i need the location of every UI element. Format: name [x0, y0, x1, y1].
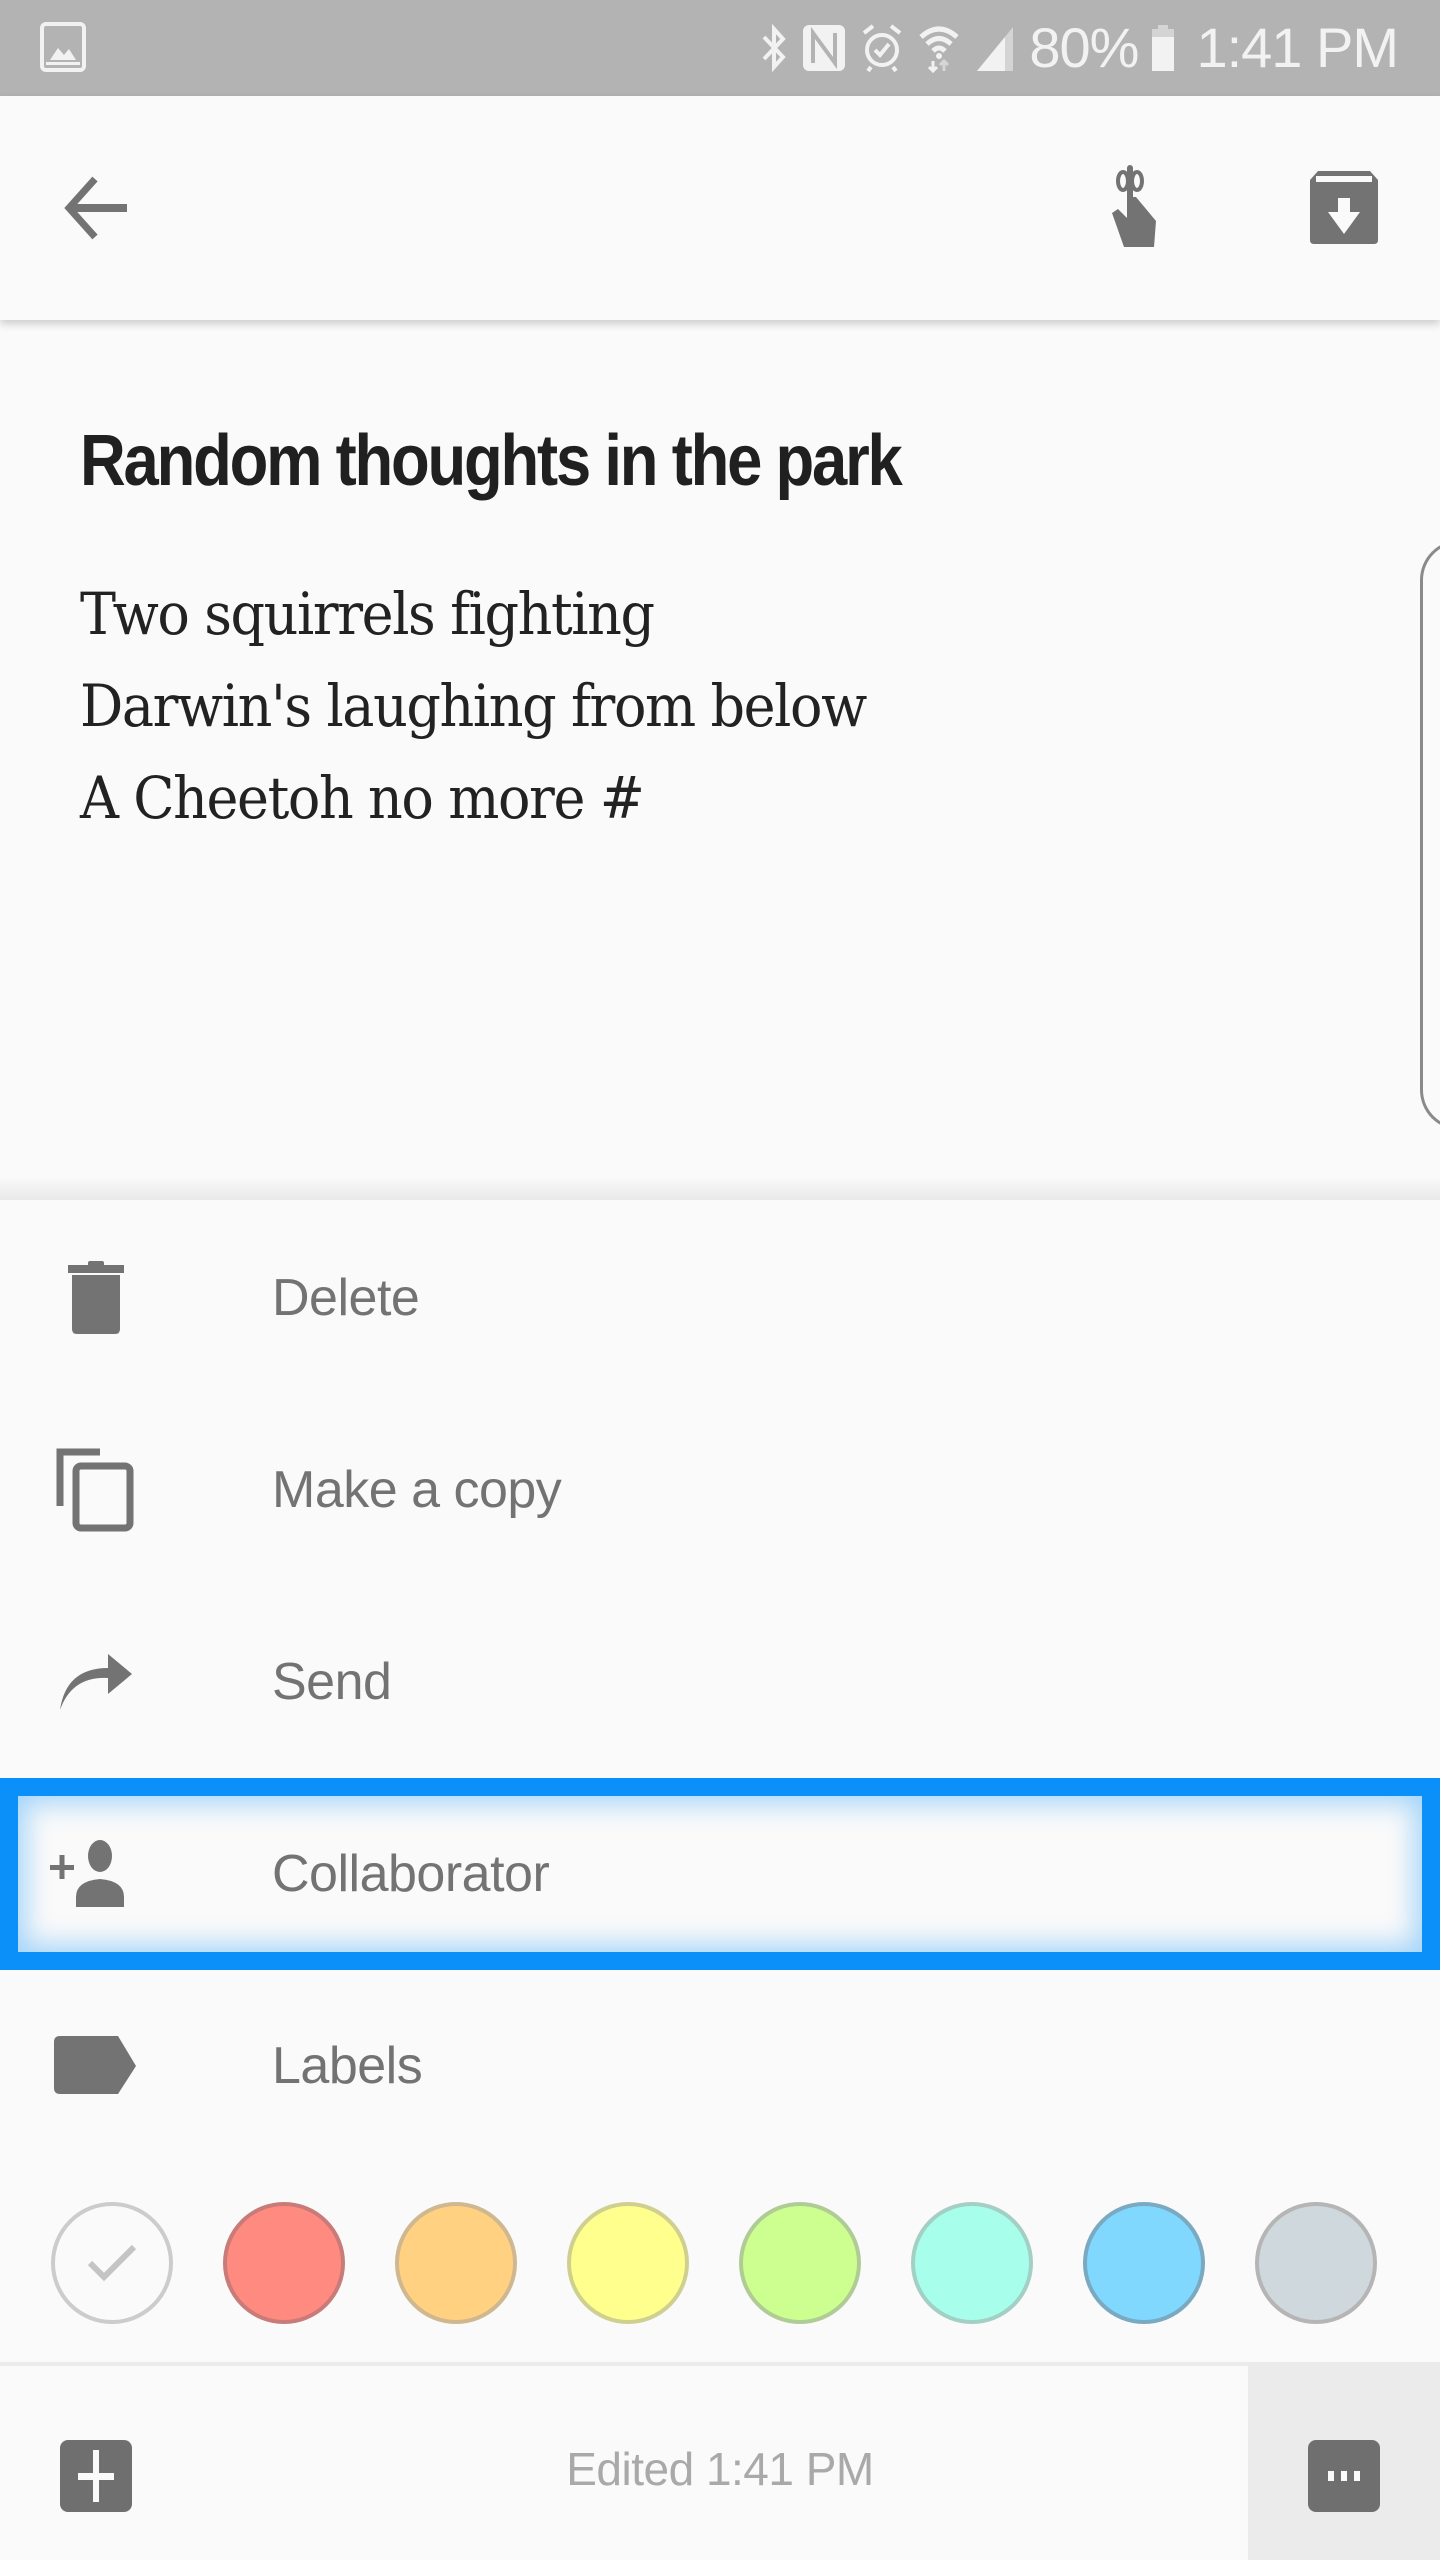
color-swatch-red[interactable] — [223, 2202, 345, 2324]
menu-item-labels[interactable]: Labels — [0, 1970, 1440, 2162]
color-swatch-gray[interactable] — [1255, 2202, 1377, 2324]
color-swatch-yellow[interactable] — [567, 2202, 689, 2324]
color-swatch-blue[interactable] — [1083, 2202, 1205, 2324]
menu-item-make-a-copy[interactable]: Make a copy — [0, 1394, 1440, 1586]
status-bar: 80% 1:41 PM — [0, 0, 1440, 96]
menu-item-label: Delete — [272, 1269, 420, 1327]
share-arrow-icon — [48, 1634, 144, 1730]
reminder-button[interactable] — [1070, 148, 1190, 268]
menu-item-label: Labels — [272, 2037, 423, 2095]
note-title[interactable]: Random thoughts in the park — [80, 420, 903, 502]
note-body-line: Darwin's laughing from below — [80, 672, 867, 740]
check-icon — [87, 2244, 137, 2282]
color-swatch-orange[interactable] — [395, 2202, 517, 2324]
nfc-icon — [801, 23, 847, 73]
person-add-icon — [48, 1826, 144, 1922]
menu-item-collaborator[interactable]: Collaborator — [0, 1778, 1440, 1970]
archive-button[interactable] — [1284, 148, 1404, 268]
edited-timestamp: Edited 1:41 PM — [566, 2443, 874, 2495]
note-toolbar — [0, 96, 1440, 320]
cell-signal-icon — [975, 23, 1015, 73]
menu-item-send[interactable]: Send — [0, 1586, 1440, 1778]
color-swatch-default[interactable] — [51, 2202, 173, 2324]
note-body-line: Two squirrels fighting — [80, 580, 655, 648]
more-horiz-icon — [1328, 2471, 1360, 2481]
bluetooth-icon — [761, 23, 787, 73]
status-icons: 80% 1:41 PM — [761, 0, 1399, 96]
reminder-finger-icon — [1112, 165, 1156, 247]
gallery-notification-icon — [40, 22, 86, 72]
wifi-icon — [917, 23, 961, 73]
edge-panel-handle[interactable] — [1420, 540, 1440, 1130]
menu-item-delete[interactable]: Delete — [0, 1202, 1440, 1394]
color-swatch-teal[interactable] — [911, 2202, 1033, 2324]
note-body[interactable]: Two squirrels fighting Darwin's laughing … — [80, 568, 867, 844]
alarm-icon — [861, 23, 903, 73]
note-body-line: A Cheetoh no more # — [80, 764, 645, 832]
battery-icon — [1152, 23, 1175, 73]
status-time: 1:41 PM — [1196, 16, 1399, 79]
sheet-shadow — [0, 1176, 1440, 1200]
label-icon — [48, 2018, 144, 2114]
arrow-back-icon — [64, 176, 127, 240]
trash-icon — [48, 1250, 144, 1346]
copy-icon — [48, 1442, 144, 1538]
color-swatch-green[interactable] — [739, 2202, 861, 2324]
archive-icon — [1310, 171, 1378, 244]
battery-percent: 80% — [1029, 16, 1139, 79]
bottom-bar: Edited 1:41 PM — [0, 2366, 1440, 2560]
menu-item-label: Send — [272, 1653, 392, 1711]
more-options-button[interactable] — [1308, 2440, 1380, 2512]
note-actions-sheet: Delete Make a copy Send Collaborator Lab… — [0, 1200, 1440, 2560]
back-button[interactable] — [36, 148, 156, 268]
menu-item-label: Collaborator — [272, 1845, 550, 1903]
menu-item-label: Make a copy — [272, 1461, 562, 1519]
